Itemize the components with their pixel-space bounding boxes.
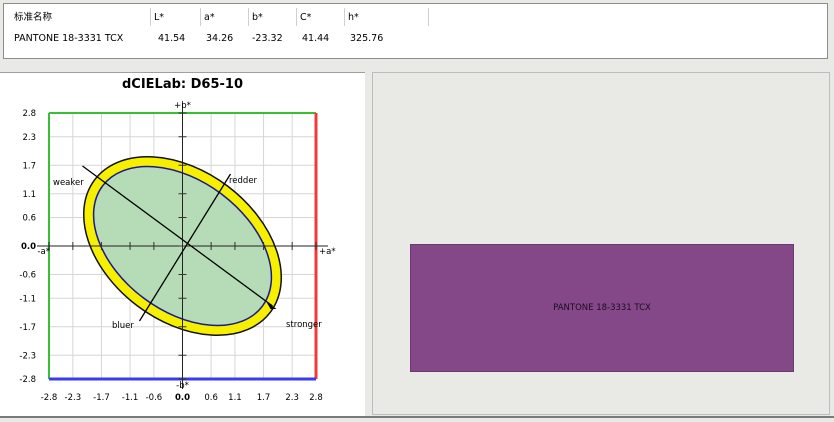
y-tick-label: 2.8 (22, 109, 36, 119)
y-tick-label: 0.6 (22, 214, 36, 224)
x-tick-label: -1.7 (93, 393, 110, 403)
y-tick-label: -0.6 (19, 271, 36, 281)
cell-C: 41.44 (302, 33, 330, 44)
chart-panel: dCIELab: D65-10 -2.8 -2.3 -1.7 -1.1 -0.6 0.0 0… (0, 72, 365, 418)
x-tick-label: 1.7 (257, 393, 271, 403)
x-tick-label: -1.1 (122, 393, 139, 403)
x-tick-label: -2.3 (65, 393, 82, 403)
bottom-divider (0, 416, 834, 418)
y-tick-label: -2.8 (19, 375, 36, 385)
cell-standard-name: PANTONE 18-3331 TCX (14, 33, 124, 44)
y-tick-label: -1.7 (19, 323, 36, 333)
cell-b: -23.32 (252, 33, 283, 44)
y-tick-label: -1.1 (19, 294, 36, 304)
cell-h: 325.76 (350, 33, 384, 44)
axis-label-pos-a: +a* (319, 247, 336, 257)
y-tick-label: 1.1 (22, 190, 36, 200)
cell-a: 34.26 (206, 33, 234, 44)
x-tick-label: -2.8 (41, 393, 58, 403)
x-tick-label: -0.6 (146, 393, 163, 403)
x-tick-label: 0.6 (204, 393, 218, 403)
swatch-panel: PANTONE 18-3331 TCX (372, 72, 830, 415)
x-tick-label: 2.8 (309, 393, 323, 403)
color-data-table: 标准名称 L* a* b* C* h* PANTONE 18-3331 TCX … (3, 3, 828, 59)
x-tick-label: 2.3 (285, 393, 299, 403)
axis-label-neg-b: -b* (176, 381, 189, 391)
header-standard-name: 标准名称 (14, 12, 53, 23)
x-tick-label: 1.1 (228, 393, 242, 403)
x-tick-label: 0.0 (175, 393, 190, 403)
label-weaker: weaker (53, 178, 84, 188)
label-redder: redder (229, 176, 258, 186)
y-tick-label: -2.3 (19, 351, 36, 361)
header-L: L* (154, 12, 165, 23)
header-h: h* (348, 12, 359, 23)
header-a: a* (204, 12, 215, 23)
header-b: b* (252, 12, 263, 23)
color-swatch: PANTONE 18-3331 TCX (410, 244, 794, 372)
label-bluer: bluer (112, 321, 134, 331)
y-tick-label: 2.3 (22, 133, 36, 143)
y-tick-label: 1.7 (22, 161, 36, 171)
table-header-row: 标准名称 L* a* b* C* h* (4, 9, 827, 27)
label-stronger: stronger (286, 320, 322, 330)
swatch-label: PANTONE 18-3331 TCX (553, 303, 651, 313)
table-row[interactable]: PANTONE 18-3331 TCX 41.54 34.26 -23.32 4… (4, 30, 827, 48)
axis-label-pos-b: +b* (174, 101, 191, 111)
axis-label-neg-a: -a* (37, 247, 50, 257)
lab-chart: -2.8 -2.3 -1.7 -1.1 -0.6 0.0 0.6 1.1 1.7 2.3 2.8 -2… (19, 101, 336, 403)
cell-L: 41.54 (158, 33, 186, 44)
header-C: C* (300, 12, 312, 23)
y-tick-label: 0.0 (21, 242, 36, 252)
